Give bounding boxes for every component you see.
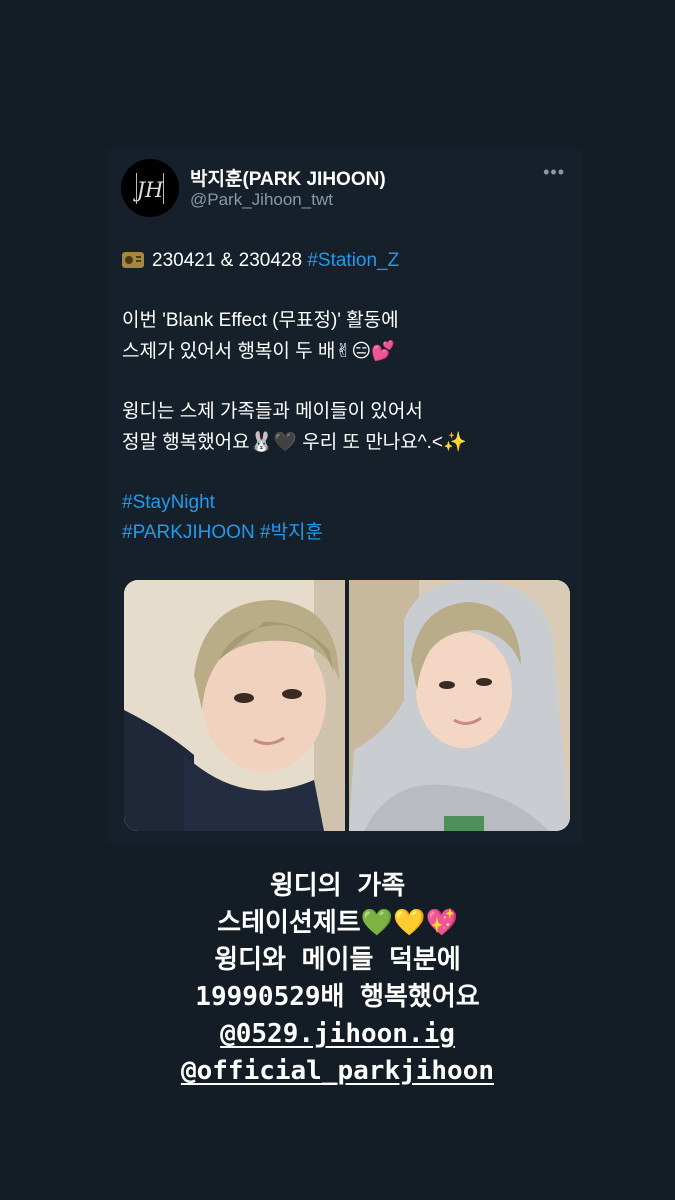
tweet-text-segment: 스제가 있어서 행복이 두 배 — [122, 341, 336, 362]
author-name[interactable]: 박지훈(PARK JIHOON) — [190, 164, 386, 191]
tweet-line: 이번 'Blank Effect (무표정)' 활동에 — [122, 310, 399, 331]
hashtag-staynight[interactable]: #StayNight — [122, 492, 215, 513]
tweet-line: #StayNight — [122, 488, 572, 518]
rabbit-black-heart-emoji: 🐰🖤 — [249, 431, 297, 453]
hearts-emoji: 💚💛💖 — [360, 908, 458, 938]
author-handle[interactable]: @Park_Jihoon_twt — [190, 190, 333, 210]
tweet-line: 스제가 있어서 행복이 두 배✌😑💕 — [122, 336, 572, 367]
tweet-media-grid — [124, 580, 570, 831]
author-avatar[interactable]: JH — [121, 159, 179, 217]
caption-text-segment: 스테이션제트 — [217, 908, 361, 938]
date-text: 230421 & 230428 — [152, 250, 303, 271]
photo-selfie-navy-hoodie[interactable] — [124, 580, 345, 831]
person-grey-hoodie-image — [349, 580, 570, 831]
tweet-card[interactable]: JH 박지훈(PARK JIHOON) @Park_Jihoon_twt •••… — [108, 150, 583, 843]
caption-line: 윙디와 메이들 덕분에 — [214, 945, 461, 975]
story-caption: 윙디의 가족 스테이션제트💚💛💖 윙디와 메이들 덕분에 19990529배 행… — [0, 868, 675, 1090]
radio-icon — [122, 252, 144, 268]
caption-line: 윙디의 가족 — [269, 871, 406, 901]
tweet-text: 230421 & 230428 #Station_Z 이번 'Blank Eff… — [122, 246, 572, 548]
svg-text:JH: JH — [133, 178, 164, 202]
caption-line: 19990529배 행복했어요 — [195, 982, 480, 1012]
jh-logo-icon: JH — [133, 173, 164, 204]
tweet-text-segment: 우리 또 만나요^.< — [302, 432, 443, 453]
hashtag-station-z[interactable]: #Station_Z — [307, 250, 399, 271]
tweet-line-date: 230421 & 230428 #Station_Z — [122, 246, 572, 276]
mention-0529-jihoon-ig[interactable]: @0529.jihoon.ig — [0, 1016, 675, 1053]
sparkles-emoji: ✨ — [442, 431, 467, 453]
tweet-text-segment: 정말 행복했어요 — [122, 432, 250, 453]
mention-official-parkjihoon[interactable]: @official_parkjihoon — [0, 1053, 675, 1090]
person-navy-hoodie-image — [124, 580, 345, 831]
tweet-line: #PARKJIHOON #박지훈 — [122, 518, 572, 548]
photo-selfie-grey-hoodie[interactable] — [349, 580, 570, 831]
victory-neutral-hearts-emoji: ✌😑💕 — [335, 340, 395, 362]
caption-line: 스테이션제트💚💛💖 — [0, 905, 675, 942]
hashtag-parkjihoon[interactable]: #PARKJIHOON — [122, 522, 255, 543]
tweet-line: 윙디는 스제 가족들과 메이들이 있어서 — [122, 401, 423, 422]
more-horizontal-icon[interactable]: ••• — [543, 162, 565, 183]
hashtag-parkjihoon-korean[interactable]: #박지훈 — [260, 522, 323, 543]
tweet-line: 정말 행복했어요🐰🖤 우리 또 만나요^.<✨ — [122, 427, 572, 458]
